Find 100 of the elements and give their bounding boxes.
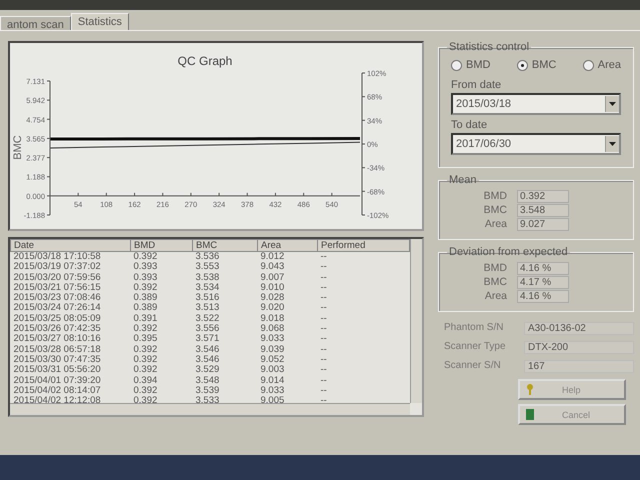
column-header[interactable]: BMC (192, 240, 258, 252)
radio-option[interactable]: BMD (451, 59, 490, 71)
value-field: 4.16 % (517, 262, 569, 275)
chart-title: QC Graph (178, 54, 232, 68)
info-field: 167 (524, 360, 634, 373)
column-header[interactable]: Performed (318, 240, 410, 252)
table-cell-text: 0.389 (132, 303, 158, 314)
table-cell-text: 3.513 (194, 303, 220, 314)
table-cell-text: 2015/03/24 07:26:14 (12, 303, 102, 314)
field-label: From date (451, 79, 502, 91)
date-dropdown[interactable]: 2015/03/18 (451, 93, 621, 115)
table-cell-text: 0.393 (132, 262, 158, 273)
table-cell-text: 2015/03/27 08:10:16 (12, 334, 102, 345)
radio-icon[interactable] (451, 60, 462, 70)
table-cell-text: 9.007 (260, 272, 286, 283)
value-label: BMC (482, 204, 507, 217)
table-cell-text: 3.556 (194, 324, 220, 334)
radio-icon[interactable] (582, 60, 594, 70)
table-cell-text: 2015/03/21 07:56:15 (12, 282, 102, 293)
group-title: Mean (448, 174, 478, 186)
vertical-scrollbar[interactable] (410, 239, 422, 403)
y-axis-label: BMC (12, 135, 24, 160)
table-cell-text: -- (320, 386, 328, 396)
info-label: Scanner S/N (444, 360, 502, 373)
group-title: Statistics control (448, 41, 530, 53)
table-cell-text: -- (320, 334, 328, 345)
value-label: BMD (482, 262, 507, 275)
table-cell-text: 3.533 (194, 396, 220, 403)
table-cell-text: 3.522 (194, 314, 220, 324)
table-cell-text: 0.392 (132, 324, 158, 334)
value-field: 4.16 % (517, 290, 569, 303)
table-cell-text: 3.571 (194, 334, 220, 345)
info-label: Scanner Type (444, 341, 507, 354)
radio-option[interactable]: Area (582, 59, 621, 71)
radio-option[interactable]: BMC (516, 59, 556, 71)
table-cell: -- (318, 252, 410, 262)
table-cell-text: 2015/03/19 07:37:02 (12, 262, 102, 273)
table-cell-text: 9.003 (260, 365, 286, 376)
field-label: To date (451, 119, 488, 131)
horizontal-scrollbar[interactable] (10, 403, 410, 415)
table-cell-text: 0.392 (132, 386, 158, 396)
table-cell-text: 3.553 (194, 262, 220, 273)
value-label: BMD (482, 190, 507, 203)
radio-icon[interactable] (516, 60, 528, 70)
table-cell-text: 9.068 (260, 324, 286, 334)
table-cell-text: 0.392 (132, 396, 158, 403)
table-cell-text: 2015/03/20 07:59:56 (12, 272, 102, 283)
value-field: 4.17 % (517, 276, 569, 289)
table-cell-text: 0.394 (132, 376, 158, 386)
table-cell-text: 2015/03/25 08:05:09 (12, 314, 102, 324)
table-cell-text: -- (320, 324, 328, 334)
value-field: 9.027 (517, 218, 569, 231)
table-cell-text: -- (320, 376, 328, 386)
table-cell-text: 9.052 (260, 354, 286, 365)
table-cell-text: 3.548 (194, 376, 220, 386)
table-cell-text: -- (320, 354, 328, 366)
table-cell-text: 9.010 (260, 282, 286, 293)
table-cell-text: -- (320, 396, 328, 403)
table-cell-text: 9.028 (260, 293, 286, 304)
table-cell-text: -- (320, 262, 328, 273)
table-cell-text: 9.018 (260, 314, 286, 324)
table-cell-text: 9.033 (260, 334, 286, 345)
column-header[interactable]: Date (10, 240, 130, 252)
table-cell-text: -- (320, 282, 328, 294)
table-cell-text: -- (320, 303, 328, 314)
dropdown-arrow-icon (609, 102, 616, 106)
table-cell-text: 0.392 (132, 282, 158, 293)
table-cell-text: -- (320, 344, 328, 355)
group-title: Deviation from expected (448, 246, 569, 258)
table-cell-text: 2015/03/28 06:57:18 (12, 344, 102, 355)
tab[interactable]: Statistics (70, 13, 129, 30)
info-field: A30-0136-02 (524, 322, 634, 335)
table-cell-text: 0.395 (132, 334, 158, 345)
tab[interactable]: antom scan (0, 16, 71, 30)
column-header[interactable]: Area (258, 240, 318, 252)
table-cell-text: 9.005 (260, 396, 286, 403)
table-cell-text: 9.014 (260, 376, 286, 386)
value-field: 3.548 (517, 204, 569, 217)
table-cell-text: 0.389 (132, 293, 158, 304)
date-dropdown[interactable]: 2017/06/30 (451, 133, 621, 155)
table-cell-text: 0.392 (132, 365, 158, 376)
table-cell-text: 2015/04/01 07:39:20 (12, 376, 102, 386)
value-label: Area (484, 290, 507, 303)
table-cell-text: 2015/03/30 07:47:35 (12, 354, 102, 365)
column-header[interactable]: BMD (130, 240, 192, 252)
table-cell-text: 3.529 (194, 365, 220, 376)
table-cell-text: 9.033 (260, 386, 286, 396)
table-cell-text: -- (320, 365, 328, 376)
table-cell-text: 3.516 (194, 293, 220, 304)
table-cell-text: 2015/03/31 05:56:20 (12, 365, 102, 376)
table-cell: 2015/03/18 17:10:58 (10, 252, 130, 262)
table-cell-text: -- (320, 272, 328, 283)
value-label: BMC (482, 276, 507, 289)
table-cell: 3.536 (192, 252, 258, 262)
table-cell-text: 9.043 (260, 262, 286, 273)
table-cell-text: 0.393 (132, 272, 158, 283)
value-label: Area (484, 218, 507, 231)
table-cell-text: 0.392 (132, 354, 158, 365)
door-icon (526, 409, 534, 420)
table-cell-text: 3.546 (194, 354, 220, 365)
